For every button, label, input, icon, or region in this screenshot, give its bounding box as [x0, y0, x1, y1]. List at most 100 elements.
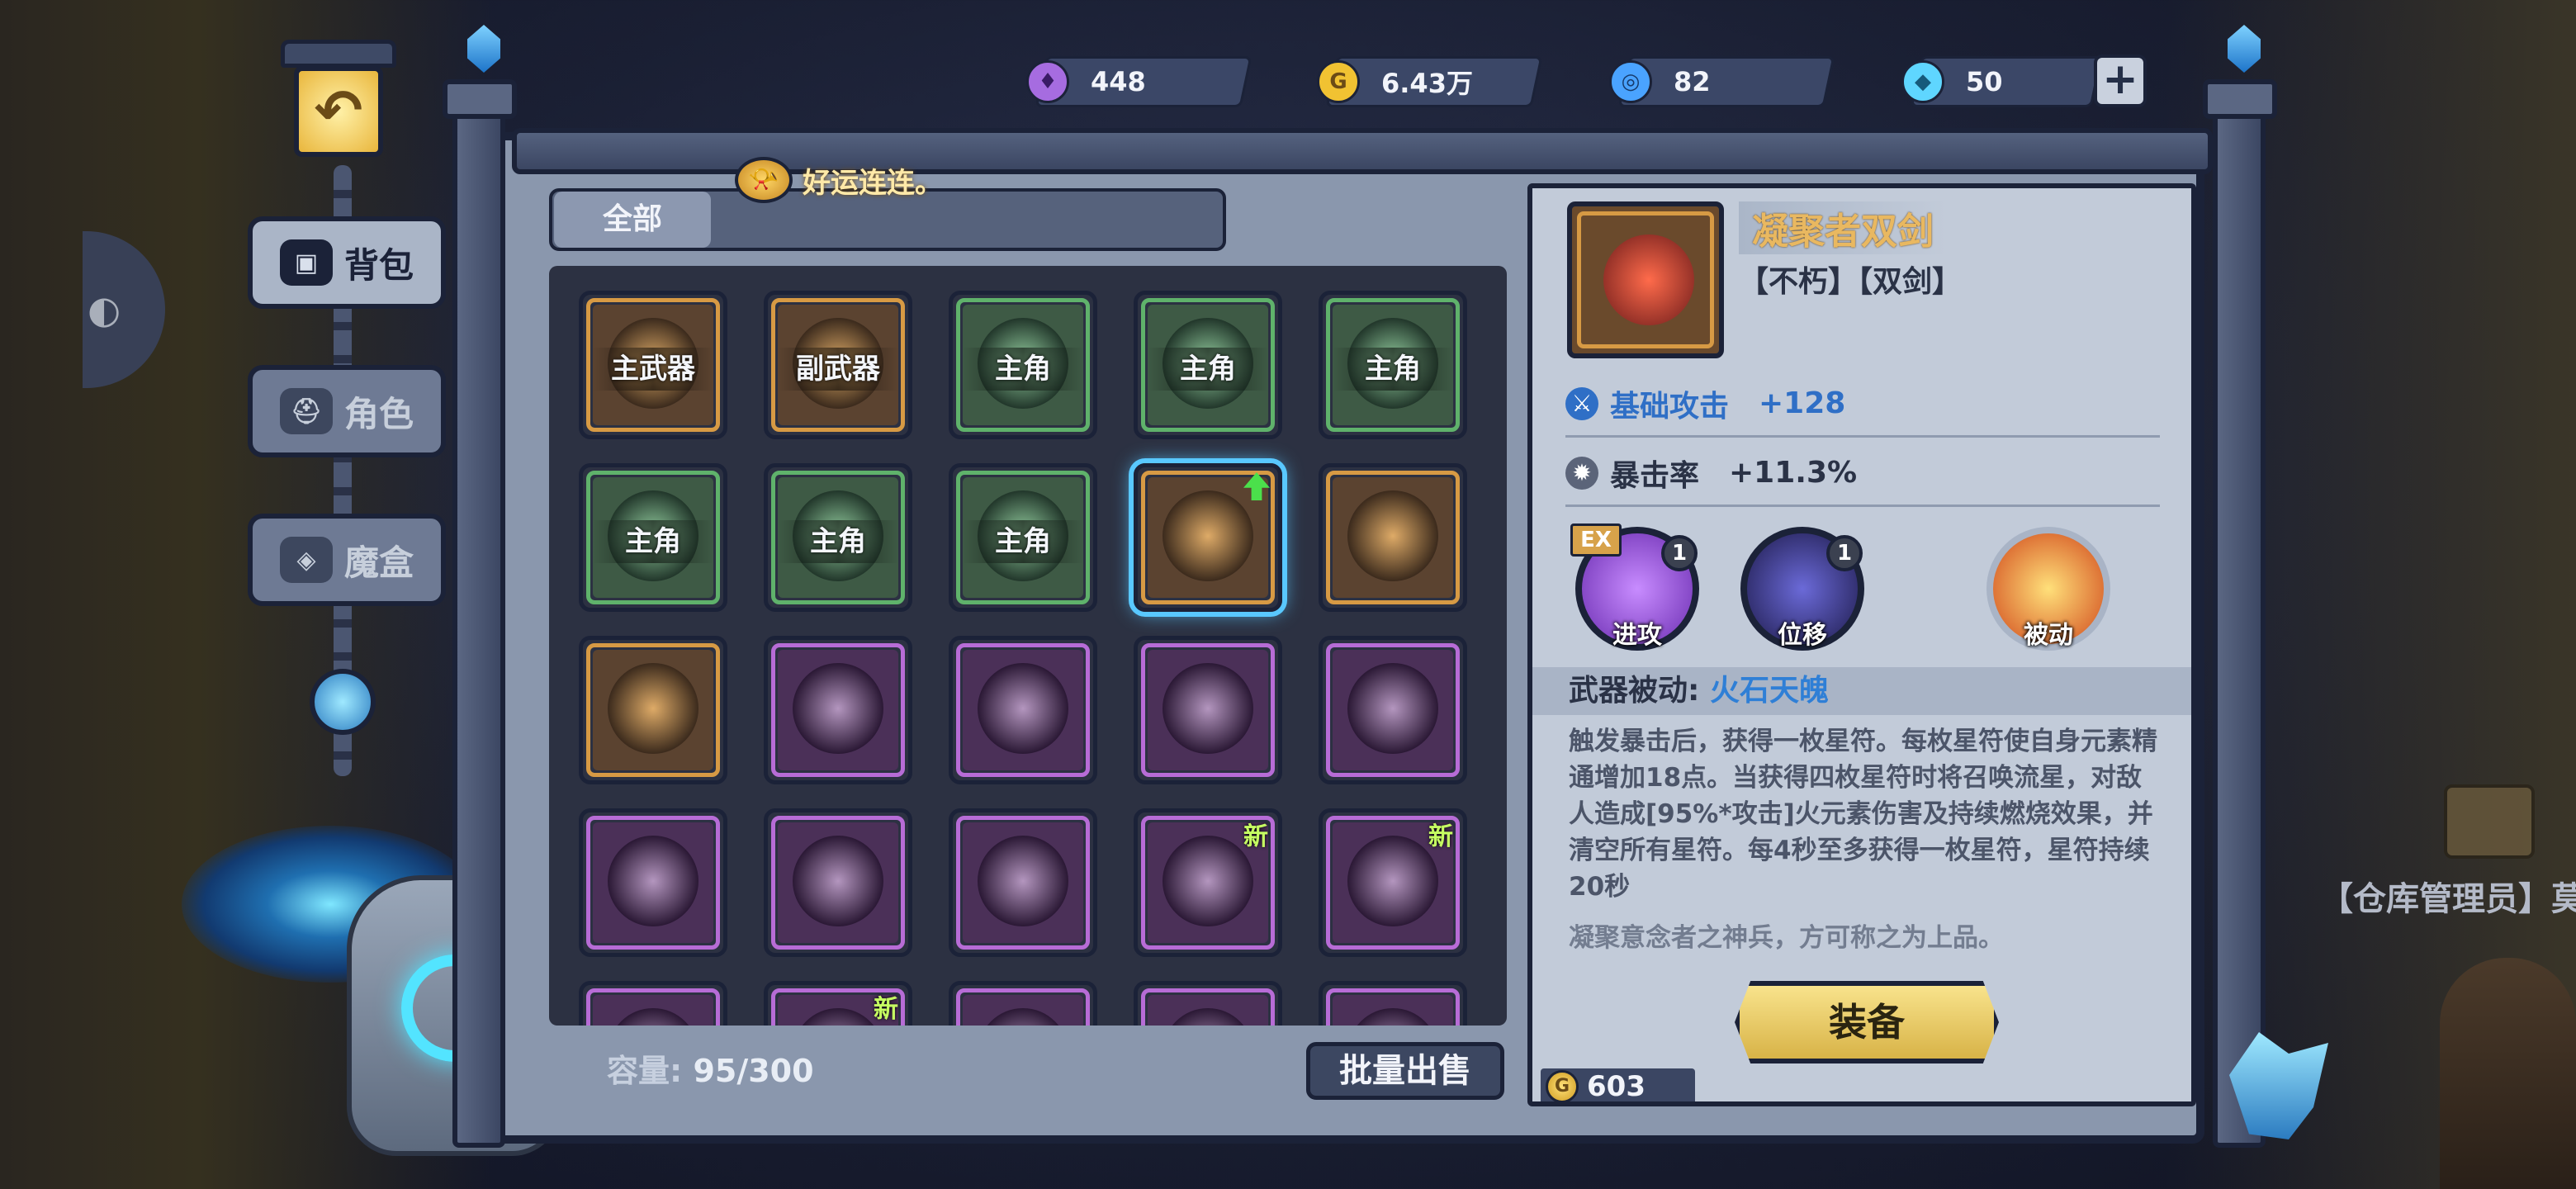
toast-notification: 📯 好运连连。 — [735, 155, 943, 205]
item-slot[interactable]: 主角 — [764, 463, 912, 612]
item-slot-label: 主角 — [995, 353, 1051, 386]
item-slot[interactable] — [949, 981, 1097, 1026]
passive-name: 火石天魄 — [1709, 674, 1829, 708]
item-slot[interactable] — [1134, 981, 1282, 1026]
back-arrow-icon: ↶ — [294, 66, 383, 157]
tab-all[interactable]: 全部 — [554, 192, 711, 248]
item-slot[interactable]: 主武器 — [579, 291, 727, 439]
side-nav-magic-box[interactable]: ◈ 魔盒 — [248, 514, 446, 606]
item-icon — [978, 836, 1068, 926]
warehouse-keeper-npc[interactable] — [2440, 958, 2576, 1189]
skill-passive[interactable]: 被动 — [1986, 527, 2110, 651]
frame-post-left — [452, 83, 505, 1148]
item-name: 凝聚者双剑 — [1739, 201, 1947, 254]
add-diamond-button[interactable]: + — [2094, 54, 2147, 107]
backpack-icon: ▣ — [279, 239, 333, 286]
new-tag: 新 — [1243, 822, 1268, 851]
item-slot[interactable] — [579, 808, 727, 957]
item-slot[interactable] — [1319, 636, 1467, 784]
resource-purple-token[interactable]: ♦ 448 — [1026, 56, 1252, 107]
resource-value: 6.43万 — [1381, 68, 1473, 99]
new-tag: 新 — [1428, 822, 1453, 851]
item-icon — [1163, 836, 1253, 926]
item-slot[interactable]: 主角 — [1319, 291, 1467, 439]
item-slot-label: 主角 — [625, 525, 681, 558]
passive-label: 武器被动: — [1569, 674, 1700, 708]
item-slot[interactable] — [1134, 636, 1282, 784]
crit-icon: ✹ — [1565, 456, 1598, 490]
item-slot[interactable] — [949, 636, 1097, 784]
skill-dash[interactable]: 1 位移 — [1740, 527, 1864, 651]
side-nav-character[interactable]: ⛑ 角色 — [248, 365, 446, 457]
stat-crit-rate: ✹ 暴击率 +11.3% — [1565, 441, 2160, 507]
capacity-value: 95/300 — [693, 1053, 814, 1089]
item-slot[interactable]: 新 — [1134, 808, 1282, 957]
item-icon — [1347, 836, 1438, 926]
skill-level: 1 — [1661, 535, 1698, 571]
frame-post-cap — [443, 79, 517, 119]
item-slot[interactable]: 主角 — [949, 463, 1097, 612]
passive-description: 触发暴击后，获得一枚星符。每枚星符使自身元素精通增加18点。当获得四枚星符时将召… — [1569, 727, 2157, 902]
item-slot[interactable]: 主角 — [949, 291, 1097, 439]
item-slot[interactable] — [949, 808, 1097, 957]
resource-value: 82 — [1674, 66, 1711, 97]
sell-price-value: 603 — [1587, 1070, 1646, 1103]
skill-label: 被动 — [2024, 621, 2073, 650]
item-slot-label: 副武器 — [796, 353, 880, 386]
gold-coin-icon: G — [1546, 1070, 1579, 1101]
skill-label: 位移 — [1778, 621, 1827, 650]
item-slot[interactable] — [1134, 463, 1282, 612]
item-slot-label: 主角 — [1180, 353, 1236, 386]
side-nav-backpack[interactable]: ▣ 背包 — [248, 216, 446, 309]
stat-label: 暴击率 — [1610, 458, 1700, 493]
stat-base-attack: ⚔ 基础攻击 +128 — [1565, 372, 2160, 438]
stat-value: +128 — [1759, 386, 1846, 420]
back-button[interactable]: ↶ — [272, 25, 405, 173]
magic-box-icon: ◈ — [279, 537, 333, 583]
blue-orb-icon — [310, 669, 376, 735]
item-slot[interactable] — [764, 808, 912, 957]
item-slot[interactable]: 主角 — [1134, 291, 1282, 439]
side-nav-label: 背包 — [343, 244, 414, 286]
toast-text: 好运连连。 — [803, 166, 943, 200]
frame-post-cap — [2203, 79, 2277, 119]
item-slot[interactable] — [579, 981, 727, 1026]
resource-gold[interactable]: G 6.43万 — [1317, 56, 1543, 107]
treasure-chest-icon — [2444, 784, 2535, 859]
item-grid[interactable]: 主武器 副武器 主角 主角 主角 主角 主角 主角新新新 — [549, 266, 1507, 1026]
sword-icon: ⚔ — [1565, 386, 1598, 420]
item-slot[interactable] — [579, 636, 727, 784]
item-icon — [793, 663, 883, 754]
item-slot-label: 主武器 — [611, 353, 695, 386]
detail-item-icon — [1567, 201, 1724, 358]
twin-swords-icon — [1603, 234, 1694, 325]
item-slot[interactable] — [1319, 463, 1467, 612]
item-icon — [608, 836, 698, 926]
item-slot[interactable]: 主角 — [579, 463, 727, 612]
item-icon — [978, 663, 1068, 754]
item-slot-label: 主角 — [995, 525, 1051, 558]
item-slot[interactable] — [1319, 981, 1467, 1026]
capacity-readout: 容量: 95/300 — [607, 1045, 814, 1091]
frame-post-right — [2213, 83, 2266, 1148]
item-slot[interactable]: 新 — [764, 981, 912, 1026]
capacity-label: 容量: — [607, 1053, 683, 1089]
stat-value: +11.3% — [1729, 456, 1858, 490]
equip-button[interactable]: 装备 — [1735, 981, 1999, 1063]
resource-value: 448 — [1091, 66, 1146, 97]
batch-sell-button[interactable]: 批量出售 — [1306, 1042, 1504, 1100]
weapon-passive-header: 武器被动: 火石天魄 — [1532, 667, 2191, 715]
sell-price: G 603 — [1541, 1068, 1695, 1103]
resource-blue-token[interactable]: ◎ 82 — [1609, 56, 1835, 107]
purple-token-icon: ♦ — [1026, 60, 1069, 103]
side-nav-label: 角色 — [343, 393, 414, 434]
diamond-icon: ◆ — [1901, 60, 1944, 103]
npc-label[interactable]: 【仓库管理员】莫 — [2320, 872, 2576, 920]
item-slot[interactable] — [764, 636, 912, 784]
lantern-cap — [281, 40, 396, 68]
resource-diamond[interactable]: ◆ 50 — [1901, 56, 2103, 107]
item-icon — [1163, 663, 1253, 754]
item-slot[interactable]: 副武器 — [764, 291, 912, 439]
new-tag: 新 — [874, 995, 898, 1024]
item-slot[interactable]: 新 — [1319, 808, 1467, 957]
